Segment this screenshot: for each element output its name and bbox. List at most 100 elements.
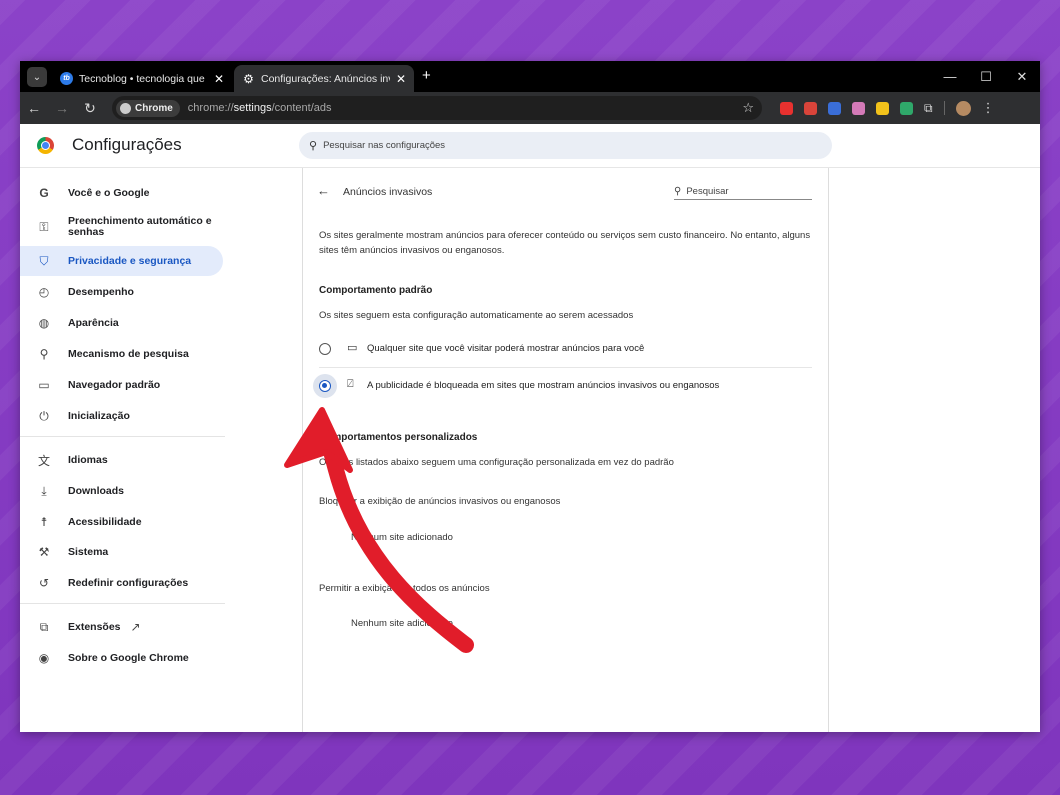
extension-icon[interactable]	[804, 101, 817, 115]
ad-blocked-icon: ⍁	[347, 378, 354, 390]
custom-behavior-desc: Os sites listados abaixo seguem uma conf…	[319, 457, 674, 468]
settings-search-input[interactable]: ⚲ Pesquisar nas configurações	[299, 132, 832, 159]
sidebar-item-label: Sistema	[68, 546, 109, 558]
sidebar-item-label: Mecanismo de pesquisa	[68, 348, 189, 360]
search-icon: ⚲	[39, 347, 49, 361]
option-label: Qualquer site que você visitar poderá mo…	[367, 343, 645, 354]
tab-tecnoblog[interactable]: tb Tecnoblog • tecnologia que inte ✕	[52, 65, 232, 92]
sidebar-item-redefinir[interactable]: ↺ Redefinir configurações	[20, 572, 223, 594]
radio-block-ads[interactable]	[319, 380, 331, 392]
window-icon: ▭	[347, 342, 358, 354]
sidebar-item-extensoes[interactable]: ⧉ Extensões ↗	[20, 616, 223, 638]
minimize-button[interactable]: —	[932, 61, 968, 92]
sidebar-item-sobre[interactable]: ◉ Sobre o Google Chrome	[20, 647, 223, 669]
radio-allow-ads[interactable]	[319, 343, 331, 355]
sidebar-item-label: Privacidade e segurança	[68, 255, 192, 267]
extension-icon[interactable]	[876, 101, 889, 115]
reload-button[interactable]: ↻	[76, 100, 104, 117]
chip-label: Chrome	[135, 102, 173, 114]
sidebar-divider	[20, 436, 225, 437]
sidebar-item-privacidade[interactable]: ⛉ Privacidade e segurança	[20, 246, 223, 276]
open-external-icon: ↗	[130, 620, 141, 634]
panel-description: Os sites geralmente mostram anúncios par…	[319, 230, 811, 256]
site-info-chip[interactable]: Chrome	[116, 99, 180, 117]
maximize-button[interactable]: ☐	[968, 61, 1004, 92]
row-divider	[319, 367, 812, 368]
sidebar-item-preenchimento[interactable]: ⚿ Preenchimento automático e senhas	[20, 212, 223, 242]
page-title: Configurações	[72, 135, 182, 154]
url-prefix: chrome://	[187, 102, 234, 114]
sidebar-item-label: Acessibilidade	[68, 516, 142, 528]
profile-avatar[interactable]	[955, 100, 971, 116]
sidebar-item-label: Extensões	[68, 621, 121, 633]
chrome-logo-icon	[37, 137, 54, 154]
settings-content: G Você e o Google ⚿ Preenchimento automá…	[20, 168, 1040, 732]
sidebar-item-acessibilidade[interactable]: ☨ Acessibilidade	[20, 511, 223, 533]
tab-settings[interactable]: ⚙ Configurações: Anúncios invasivo ✕	[234, 65, 414, 92]
sidebar-item-label: Navegador padrão	[68, 379, 161, 391]
sidebar-item-sistema[interactable]: ⚒ Sistema	[20, 541, 223, 563]
tab-title: Tecnoblog • tecnologia que inte	[79, 72, 208, 85]
panel-search-input[interactable]: ⚲ Pesquisar	[674, 183, 812, 200]
sidebar-item-aparencia[interactable]: ◍ Aparência	[20, 312, 223, 334]
search-icon: ⚲	[309, 140, 318, 152]
sidebar-item-mecanismo-de-pesquisa[interactable]: ⚲ Mecanismo de pesquisa	[20, 343, 223, 365]
sidebar-item-downloads[interactable]: ⤓ Downloads	[20, 480, 223, 502]
tecnoblog-favicon-icon: tb	[60, 72, 73, 85]
sidebar-divider	[20, 603, 225, 604]
forward-button[interactable]: →	[48, 100, 76, 116]
menu-icon[interactable]: ⋮	[982, 100, 995, 116]
close-window-button[interactable]: ✕	[1004, 61, 1040, 92]
url-host: settings	[233, 102, 272, 114]
sidebar-item-voce-e-o-google[interactable]: G Você e o Google	[20, 182, 223, 204]
tab-search-button[interactable]: ⌄	[27, 67, 47, 87]
extensions-row: ⧉ ⋮	[780, 100, 995, 116]
speedometer-icon: ◴	[38, 285, 50, 299]
wrench-icon: ⚒	[38, 545, 50, 559]
option-label: A publicidade é bloqueada em sites que m…	[367, 380, 720, 391]
url-path: /content/ads	[271, 102, 332, 114]
option-allow-ads[interactable]: ▭ Qualquer site que você visitar poderá …	[303, 338, 828, 360]
key-icon: ⚿	[39, 219, 49, 234]
extension-icon[interactable]	[900, 101, 913, 115]
chrome-icon	[120, 102, 131, 114]
close-tab-icon[interactable]: ✕	[396, 72, 406, 86]
custom-behavior-title: Comportamentos personalizados	[319, 432, 478, 443]
google-icon: G	[39, 186, 49, 200]
close-tab-icon[interactable]: ✕	[214, 72, 224, 86]
sidebar-item-idiomas[interactable]: 文 Idiomas	[20, 449, 223, 471]
sidebar-item-label: Sobre o Google Chrome	[68, 652, 189, 664]
default-behavior-desc: Os sites seguem esta configuração automa…	[319, 310, 634, 321]
panel-title: Anúncios invasivos	[343, 186, 433, 198]
block-section-title: Bloquear a exibição de anúncios invasivo…	[319, 496, 561, 507]
default-behavior-title: Comportamento padrão	[319, 285, 433, 296]
shield-icon: ⛉	[39, 253, 49, 268]
browser-icon: ▭	[38, 378, 50, 392]
chrome-icon: ◉	[38, 651, 50, 665]
sidebar-item-label: Preenchimento automático e senhas	[68, 215, 212, 238]
sidebar-item-label: Downloads	[68, 485, 125, 497]
sidebar-item-inicializacao[interactable]: ⏻ Inicialização	[20, 405, 223, 427]
extension-icon[interactable]	[780, 101, 793, 115]
sidebar-item-label: Aparência	[68, 317, 119, 329]
search-placeholder: Pesquisar nas configurações	[323, 140, 446, 151]
reset-icon: ↺	[38, 576, 50, 590]
extensions-puzzle-icon[interactable]: ⧉	[924, 101, 933, 116]
bookmark-star-icon[interactable]: ☆	[742, 100, 754, 116]
new-tab-button[interactable]: +	[422, 67, 431, 84]
allow-empty-text: Nenhum site adicionado	[351, 618, 453, 629]
sidebar-item-label: Desempenho	[68, 286, 134, 298]
sidebar-item-desempenho[interactable]: ◴ Desempenho	[20, 281, 223, 303]
gear-icon: ⚙	[243, 71, 254, 86]
url-text: chrome://settings/content/ads	[188, 102, 332, 114]
extension-icon[interactable]	[852, 101, 865, 115]
toolbar-divider	[943, 101, 945, 115]
address-bar[interactable]: Chrome chrome://settings/content/ads ☆	[112, 96, 762, 120]
intrusive-ads-panel: ← Anúncios invasivos ⚲ Pesquisar Os site…	[302, 168, 829, 732]
sidebar-item-label: Idiomas	[68, 454, 108, 466]
sidebar-item-navegador-padrao[interactable]: ▭ Navegador padrão	[20, 374, 223, 396]
back-arrow-icon[interactable]: ←	[317, 183, 330, 198]
back-button[interactable]: ←	[20, 100, 48, 116]
extension-icon[interactable]	[828, 101, 841, 115]
option-block-ads[interactable]: ⍁ A publicidade é bloqueada em sites que…	[303, 374, 828, 398]
